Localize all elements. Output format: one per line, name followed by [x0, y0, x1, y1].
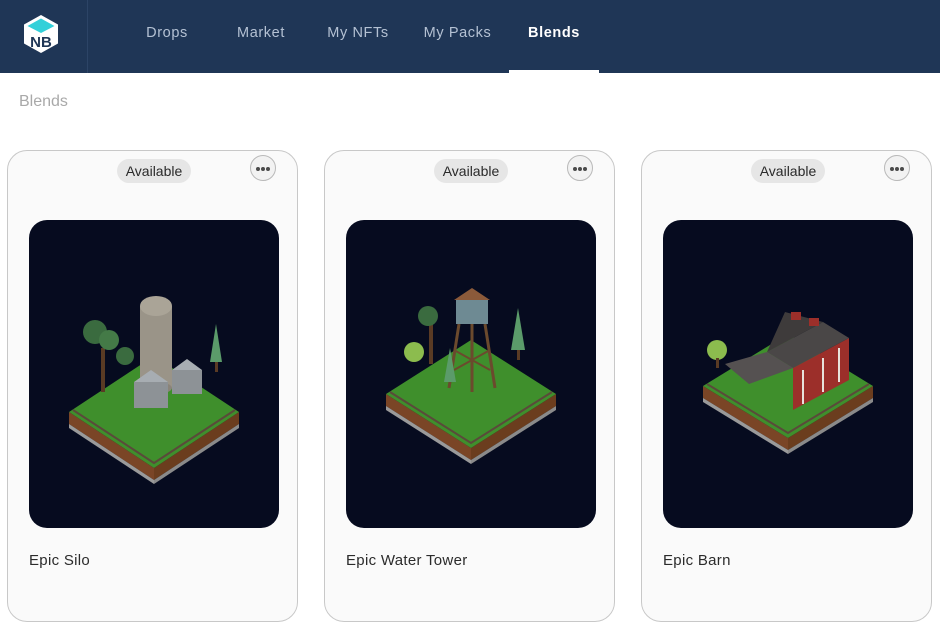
logo-text: NB [30, 34, 52, 51]
nav-my-nfts[interactable]: My NFTs [320, 0, 396, 73]
nft-image-water-tower[interactable] [346, 220, 596, 528]
status-badge: Available [751, 159, 825, 183]
active-tab-indicator [509, 70, 599, 73]
nft-image-barn[interactable] [663, 220, 913, 528]
nav-blends[interactable]: Blends [509, 0, 599, 73]
top-navbar: NB Drops Market My NFTs My Packs Blends [0, 0, 940, 73]
nav-drops[interactable]: Drops [140, 0, 194, 73]
nb-logo-icon: NB [24, 15, 58, 53]
more-options-button[interactable] [884, 155, 910, 181]
silo-scene-image [69, 296, 239, 484]
more-options-button[interactable] [250, 155, 276, 181]
water-tower-scene-image [386, 288, 556, 464]
blend-card-barn[interactable]: Available Epic Barn [641, 150, 932, 622]
status-badge: Available [117, 159, 191, 183]
nav-market[interactable]: Market [230, 0, 292, 73]
nav-my-packs[interactable]: My Packs [415, 0, 500, 73]
status-badge: Available [434, 159, 508, 183]
card-title: Epic Barn [663, 552, 731, 569]
logo[interactable]: NB [0, 0, 88, 73]
blend-card-silo[interactable]: Available Epic Silo [7, 150, 298, 622]
blend-card-water-tower[interactable]: Available Epic Water Tower [324, 150, 615, 622]
barn-scene-image [703, 312, 873, 454]
more-options-button[interactable] [567, 155, 593, 181]
nft-image-silo[interactable] [29, 220, 279, 528]
page-title: Blends [19, 93, 68, 110]
card-title: Epic Silo [29, 552, 91, 569]
card-title: Epic Water Tower [346, 552, 468, 569]
